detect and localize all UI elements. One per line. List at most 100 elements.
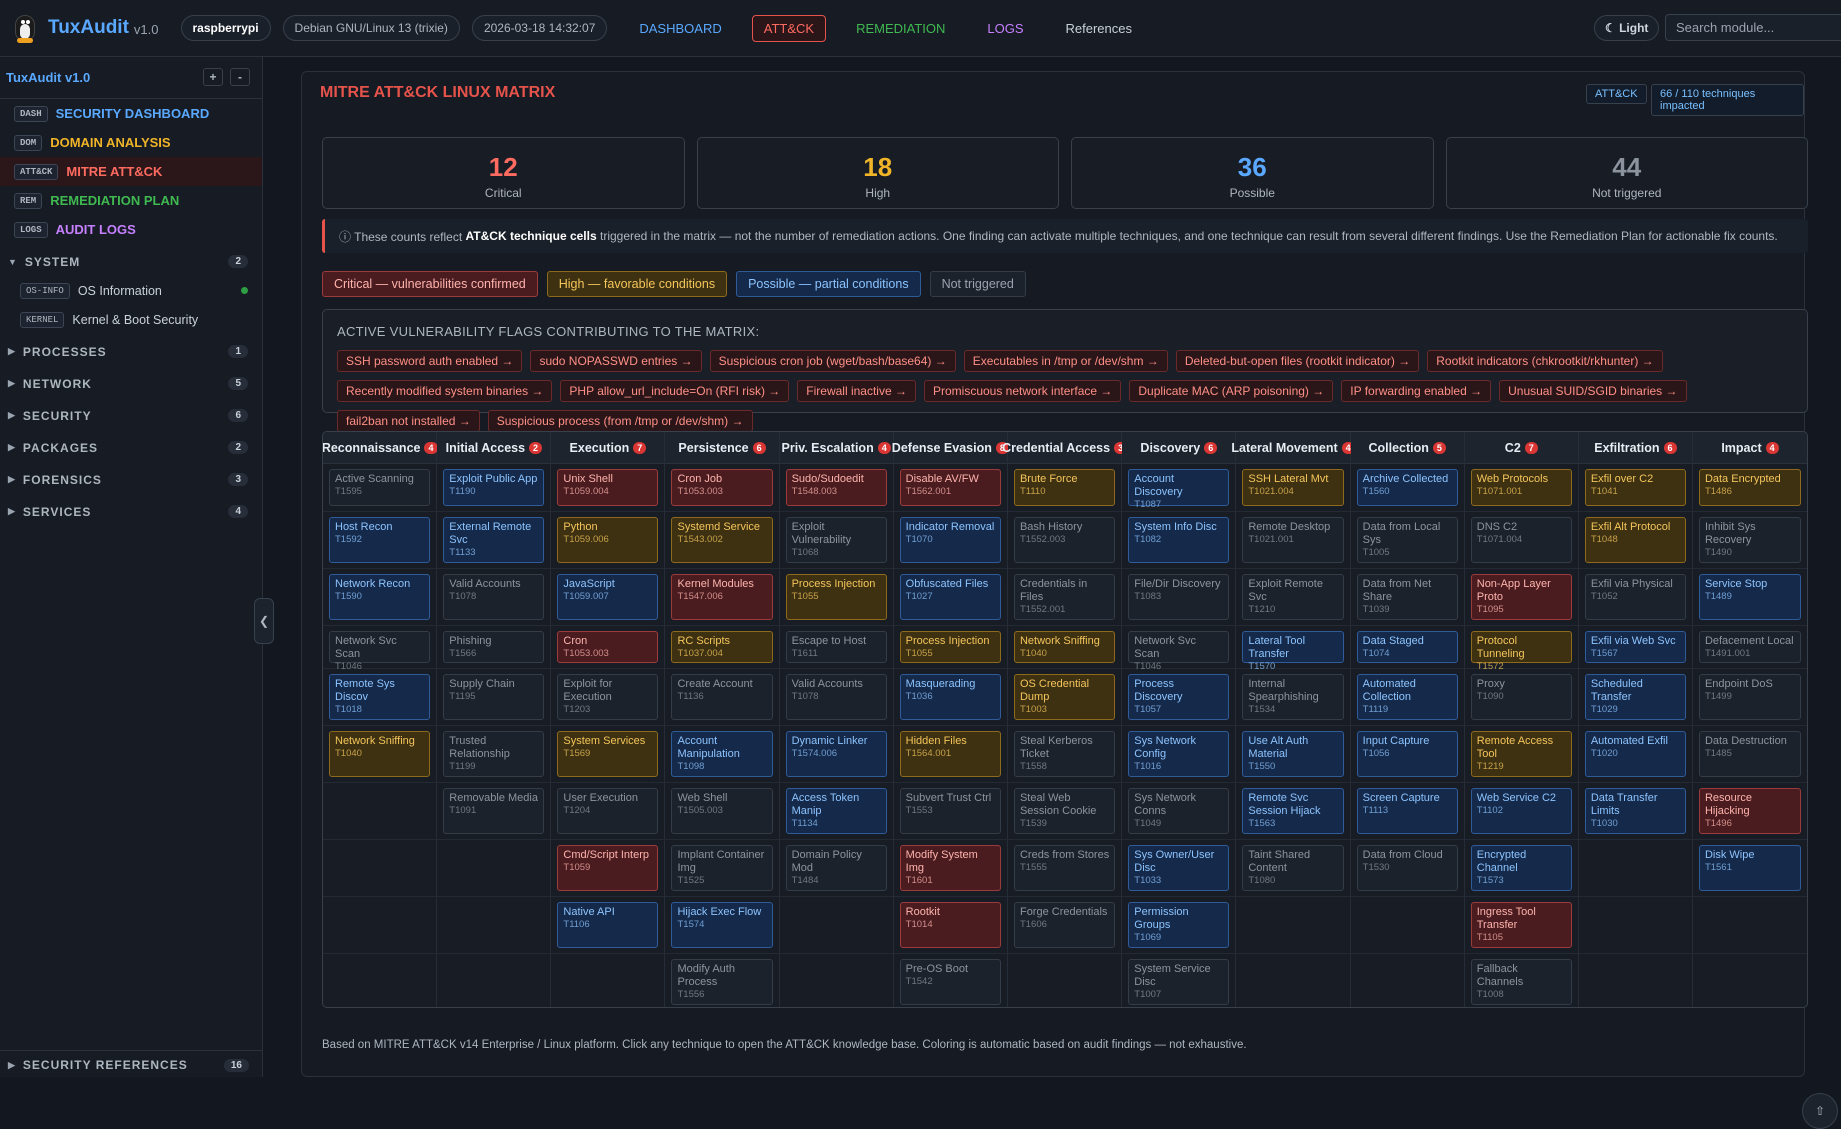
- technique-cell[interactable]: Indicator Removal T1070: [899, 517, 1001, 563]
- technique-cell[interactable]: Data from Cloud T1530: [1356, 845, 1458, 891]
- nav-dashboard[interactable]: DASHBOARD: [627, 15, 733, 42]
- technique-cell[interactable]: Protocol Tunneling T1572: [1470, 631, 1572, 672]
- technique-cell[interactable]: Data Encrypted T1486: [1698, 469, 1802, 506]
- technique-cell[interactable]: Network Svc Scan T1046: [329, 631, 431, 672]
- technique-cell[interactable]: System Info Disc T1082: [1128, 517, 1230, 563]
- vulnerability-flag[interactable]: Unusual SUID/SGID binaries →: [1499, 380, 1687, 402]
- technique-cell[interactable]: Rootkit T1014: [899, 902, 1001, 948]
- technique-cell[interactable]: Network Recon T1590: [329, 574, 431, 620]
- technique-cell[interactable]: Account Discovery T1087: [1128, 469, 1230, 510]
- sidebar-item-domain-analysis[interactable]: DOM DOMAIN ANALYSIS: [0, 128, 262, 157]
- technique-cell[interactable]: Scheduled Transfer T1029: [1584, 674, 1686, 720]
- technique-cell[interactable]: Exploit Public App T1190: [443, 469, 545, 506]
- technique-cell[interactable]: Masquerading T1036: [899, 674, 1001, 720]
- vulnerability-flag[interactable]: fail2ban not installed →: [337, 410, 480, 432]
- technique-cell[interactable]: OS Credential Dump T1003: [1013, 674, 1116, 720]
- technique-cell[interactable]: Credentials in Files T1552.001: [1013, 574, 1116, 620]
- technique-cell[interactable]: Use Alt Auth Material T1550: [1242, 731, 1344, 777]
- section-packages[interactable]: ▶ PACKAGES 2: [0, 433, 262, 462]
- technique-cell[interactable]: Exfil via Web Svc T1567: [1584, 631, 1686, 663]
- technique-cell[interactable]: Network Sniffing T1040: [329, 731, 431, 777]
- collapse-sidebar-button[interactable]: ❮: [254, 598, 274, 644]
- technique-cell[interactable]: Exfil via Physical T1052: [1584, 574, 1686, 620]
- technique-cell[interactable]: Native API T1106: [557, 902, 659, 948]
- theme-toggle-button[interactable]: ☾ Light: [1594, 15, 1660, 41]
- nav-attack[interactable]: ATT&CK: [751, 14, 827, 42]
- sidebar-item-kernel[interactable]: KERNEL Kernel & Boot Security: [0, 305, 262, 334]
- section-processes[interactable]: ▶ PROCESSES 1: [0, 337, 262, 366]
- technique-cell[interactable]: Web Service C2 T1102: [1470, 788, 1572, 834]
- technique-cell[interactable]: Dynamic Linker T1574.006: [785, 731, 887, 777]
- technique-cell[interactable]: Data Destruction T1485: [1698, 731, 1802, 777]
- technique-cell[interactable]: Sudo/Sudoedit T1548.003: [785, 469, 887, 506]
- section-security-references[interactable]: ▶ SECURITY REFERENCES 16: [0, 1050, 263, 1079]
- technique-cell[interactable]: Encrypted Channel T1573: [1470, 845, 1572, 891]
- technique-cell[interactable]: Non-App Layer Proto T1095: [1470, 574, 1572, 620]
- section-system[interactable]: ▼ SYSTEM 2: [0, 247, 262, 276]
- technique-cell[interactable]: Pre-OS Boot T1542: [899, 959, 1001, 1005]
- expand-all-button[interactable]: +: [203, 68, 223, 86]
- technique-cell[interactable]: Escape to Host T1611: [785, 631, 887, 663]
- technique-cell[interactable]: Creds from Stores T1555: [1013, 845, 1116, 891]
- technique-cell[interactable]: Steal Kerberos Ticket T1558: [1013, 731, 1116, 777]
- scroll-to-top-button[interactable]: ⇧: [1802, 1093, 1838, 1129]
- technique-cell[interactable]: Hidden Files T1564.001: [899, 731, 1001, 777]
- technique-cell[interactable]: Taint Shared Content T1080: [1242, 845, 1344, 891]
- technique-cell[interactable]: Internal Spearphishing T1534: [1242, 674, 1344, 720]
- technique-cell[interactable]: Fallback Channels T1008: [1470, 959, 1572, 1005]
- technique-cell[interactable]: Data Staged T1074: [1356, 631, 1458, 663]
- technique-cell[interactable]: External Remote Svc T1133: [443, 517, 545, 563]
- technique-cell[interactable]: Service Stop T1489: [1698, 574, 1802, 620]
- technique-cell[interactable]: Cron Job T1053.003: [671, 469, 773, 506]
- technique-cell[interactable]: Remote Desktop T1021.001: [1242, 517, 1344, 563]
- technique-cell[interactable]: Input Capture T1056: [1356, 731, 1458, 777]
- technique-cell[interactable]: Obfuscated Files T1027: [899, 574, 1001, 620]
- technique-cell[interactable]: Web Shell T1505.003: [671, 788, 773, 834]
- technique-cell[interactable]: Inhibit Sys Recovery T1490: [1698, 517, 1802, 563]
- technique-cell[interactable]: Active Scanning T1595: [329, 469, 431, 506]
- technique-cell[interactable]: Systemd Service T1543.002: [671, 517, 773, 563]
- technique-cell[interactable]: Automated Collection T1119: [1356, 674, 1458, 720]
- search-input[interactable]: [1665, 14, 1841, 41]
- technique-cell[interactable]: Defacement Local T1491.001: [1698, 631, 1802, 663]
- technique-cell[interactable]: Exploit for Execution T1203: [557, 674, 659, 720]
- technique-cell[interactable]: Unix Shell T1059.004: [557, 469, 659, 506]
- section-services[interactable]: ▶ SERVICES 4: [0, 497, 262, 526]
- vulnerability-flag[interactable]: Suspicious process (from /tmp or /dev/sh…: [487, 410, 753, 432]
- vulnerability-flag[interactable]: Recently modified system binaries →: [337, 380, 553, 402]
- vulnerability-flag[interactable]: sudo NOPASSWD entries →: [530, 350, 702, 372]
- technique-cell[interactable]: Archive Collected T1560: [1356, 469, 1458, 506]
- technique-cell[interactable]: Valid Accounts T1078: [785, 674, 887, 720]
- nav-references[interactable]: References: [1054, 15, 1144, 42]
- technique-cell[interactable]: JavaScript T1059.007: [557, 574, 659, 620]
- technique-cell[interactable]: Disk Wipe T1561: [1698, 845, 1802, 891]
- technique-cell[interactable]: Automated Exfil T1020: [1584, 731, 1686, 777]
- technique-cell[interactable]: Implant Container Img T1525: [671, 845, 773, 891]
- technique-cell[interactable]: DNS C2 T1071.004: [1470, 517, 1572, 563]
- technique-cell[interactable]: Process Injection T1055: [785, 574, 887, 620]
- technique-cell[interactable]: Cron T1053.003: [557, 631, 659, 663]
- technique-cell[interactable]: Exfil Alt Protocol T1048: [1584, 517, 1686, 563]
- section-network[interactable]: ▶ NETWORK 5: [0, 369, 262, 398]
- vulnerability-flag[interactable]: Duplicate MAC (ARP poisoning) →: [1129, 380, 1334, 402]
- technique-cell[interactable]: Proxy T1090: [1470, 674, 1572, 720]
- technique-cell[interactable]: Modify Auth Process T1556: [671, 959, 773, 1005]
- nav-remediation[interactable]: REMEDIATION: [844, 15, 957, 42]
- technique-cell[interactable]: Brute Force T1110: [1013, 469, 1116, 506]
- technique-cell[interactable]: Create Account T1136: [671, 674, 773, 720]
- technique-cell[interactable]: System Services T1569: [557, 731, 659, 777]
- logo[interactable]: TuxAudit v1.0: [12, 11, 159, 45]
- technique-cell[interactable]: Steal Web Session Cookie T1539: [1013, 788, 1116, 834]
- sidebar-item-mitre-att-ck[interactable]: ATT&CK MITRE ATT&CK: [0, 157, 262, 186]
- sidebar-item-security-dashboard[interactable]: DASH SECURITY DASHBOARD: [0, 99, 262, 128]
- technique-cell[interactable]: SSH Lateral Mvt T1021.004: [1242, 469, 1344, 506]
- vulnerability-flag[interactable]: PHP allow_url_include=On (RFI risk) →: [560, 380, 790, 402]
- section-forensics[interactable]: ▶ FORENSICS 3: [0, 465, 262, 494]
- technique-cell[interactable]: Network Sniffing T1040: [1013, 631, 1116, 663]
- sidebar-item-remediation-plan[interactable]: REM REMEDIATION PLAN: [0, 186, 262, 215]
- technique-cell[interactable]: Remote Sys Discov T1018: [329, 674, 431, 720]
- technique-cell[interactable]: Modify System Img T1601: [899, 845, 1001, 891]
- technique-cell[interactable]: Trusted Relationship T1199: [443, 731, 545, 777]
- sidebar-item-audit-logs[interactable]: LOGS AUDIT LOGS: [0, 215, 262, 244]
- technique-cell[interactable]: Kernel Modules T1547.006: [671, 574, 773, 620]
